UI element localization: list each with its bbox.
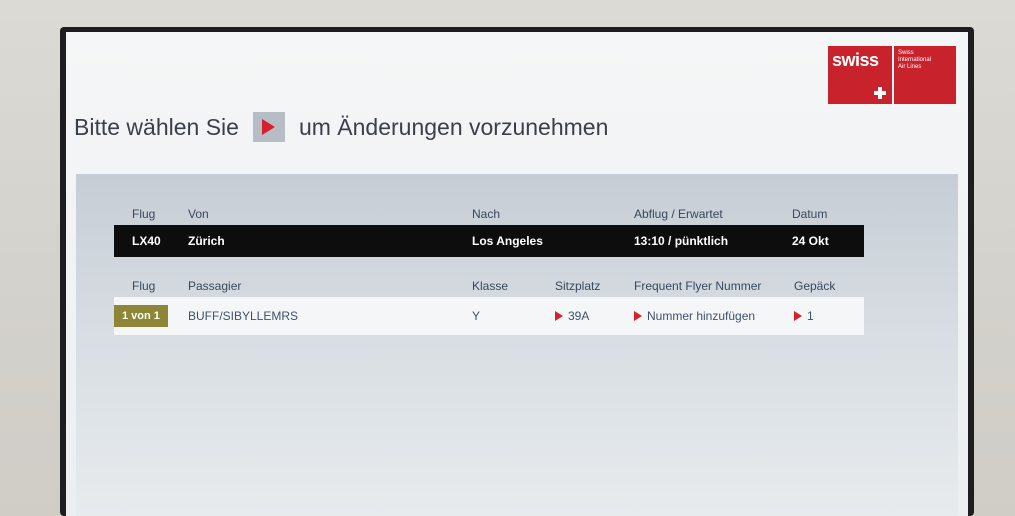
- seat-button[interactable]: 39A: [555, 297, 589, 335]
- passenger-name: BUFF/SIBYLLEMRS: [188, 309, 299, 323]
- col-sitzplatz: Sitzplatz: [555, 279, 601, 293]
- ffn-value: Nummer hinzufügen: [647, 309, 756, 323]
- col-klasse: Klasse: [472, 279, 509, 293]
- swiss-logo-word: swiss: [832, 50, 879, 70]
- passenger-count-badge: 1 von 1: [114, 305, 168, 327]
- heading-text-before: Bitte wählen Sie: [74, 113, 239, 140]
- baggage-value: 1: [807, 309, 814, 323]
- heading-text-after: um Änderungen vorzunehmen: [298, 113, 609, 140]
- col-nach: Nach: [472, 207, 501, 221]
- red-arrow-icon: [555, 311, 563, 321]
- flight-number: LX40: [132, 234, 161, 248]
- col-von: Von: [188, 207, 209, 221]
- swiss-logo: swiss Swiss International Air Lines: [828, 46, 956, 104]
- add-ffn-button[interactable]: Nummer hinzufügen: [634, 297, 755, 335]
- col-flug: Flug: [132, 207, 156, 221]
- flight-header-row: Flug Von Nach Abflug / Erwartet Datum: [114, 202, 864, 226]
- red-play-arrow-icon: [252, 112, 285, 142]
- passenger-class: Y: [472, 309, 481, 323]
- passenger-row: 1 von 1 BUFF/SIBYLLEMRS Y 39A Nummer hin…: [114, 297, 864, 335]
- flight-date: 24 Okt: [792, 234, 829, 248]
- col-ffn: Frequent Flyer Nummer: [634, 279, 762, 293]
- flight-destination: Los Angeles: [472, 234, 543, 248]
- passenger-index: 1 von 1: [114, 297, 168, 335]
- col-abflug: Abflug / Erwartet: [634, 207, 723, 221]
- col-gepaeck: Gepäck: [794, 279, 836, 293]
- flight-row[interactable]: LX40 Zürich Los Angeles 13:10 / pünktlic…: [114, 225, 864, 257]
- page-heading: Bitte wählen Sie um Änderungen vorzunehm…: [74, 112, 608, 142]
- col-pax-flug: Flug: [132, 279, 156, 293]
- swiss-logo-text: Swiss International Air Lines: [894, 46, 956, 104]
- flight-departure: 13:10 / pünktlich: [634, 234, 729, 248]
- passenger-header-row: Flug Passagier Klasse Sitzplatz Frequent…: [114, 274, 864, 298]
- red-arrow-icon: [634, 311, 642, 321]
- kiosk-screen: swiss Swiss International Air Lines Bitt…: [66, 32, 968, 516]
- swiss-cross-icon: [874, 87, 886, 99]
- baggage-button[interactable]: 1: [794, 297, 814, 335]
- col-passagier: Passagier: [188, 279, 242, 293]
- col-datum: Datum: [792, 207, 828, 221]
- swiss-logo-mark: swiss: [828, 46, 892, 104]
- booking-panel: Flug Von Nach Abflug / Erwartet Datum LX…: [76, 174, 958, 516]
- seat-value: 39A: [568, 309, 590, 323]
- flight-origin: Zürich: [188, 234, 225, 248]
- red-arrow-icon: [794, 311, 802, 321]
